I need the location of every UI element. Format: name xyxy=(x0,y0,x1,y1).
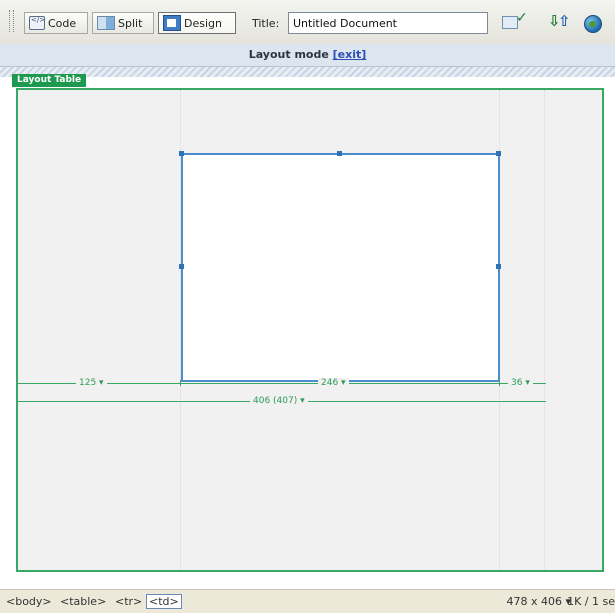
resize-handle[interactable] xyxy=(496,264,501,269)
download-size: 1K / 1 se xyxy=(567,595,615,608)
resize-handle[interactable] xyxy=(179,264,184,269)
layout-mode-text: Layout mode xyxy=(248,48,329,61)
code-view-button[interactable]: Code xyxy=(24,12,88,34)
validate-markup-icon[interactable]: ✓ xyxy=(502,10,532,34)
layout-cell[interactable] xyxy=(181,153,500,382)
table-width-menu[interactable]: 406 (407) ▾ xyxy=(250,396,308,407)
column-guide xyxy=(544,90,545,570)
tag-selector-tr[interactable]: <tr> xyxy=(115,595,142,608)
code-view-label: Code xyxy=(48,16,77,30)
column-width-menu[interactable]: 36 ▾ xyxy=(508,378,533,389)
column-width-menu[interactable]: 246 ▾ xyxy=(318,378,349,389)
column-tick xyxy=(499,380,500,386)
split-view-label: Split xyxy=(118,16,143,30)
window-size-menu[interactable]: 478 x 406 ▾ xyxy=(506,595,571,608)
toolbar-grip[interactable] xyxy=(9,10,14,32)
document-toolbar: Code Split Design Title: ✓ ⇩⇧ xyxy=(0,0,615,45)
title-label: Title: xyxy=(252,17,280,30)
column-width-menu[interactable]: 125 ▾ xyxy=(76,378,107,389)
design-view-label: Design xyxy=(184,16,222,30)
design-view-button[interactable]: Design xyxy=(158,12,236,34)
resize-handle[interactable] xyxy=(337,151,342,156)
document-title-input[interactable] xyxy=(288,12,488,34)
resize-handle[interactable] xyxy=(496,151,501,156)
layout-mode-bar: Layout mode [exit] xyxy=(0,44,615,67)
file-management-icon[interactable]: ⇩ ⇧ xyxy=(548,12,576,34)
split-view-icon xyxy=(97,16,115,30)
code-view-icon xyxy=(29,16,45,30)
layout-hatch-strip xyxy=(0,67,615,77)
layout-table[interactable]: 125 ▾ 246 ▾ 36 ▾ 406 (407) ▾ xyxy=(16,88,604,572)
preview-in-browser-icon[interactable] xyxy=(583,14,605,34)
tag-selector-body[interactable]: <body> xyxy=(6,595,52,608)
status-bar: <body> <table> <tr> <td> 478 x 406 ▾ 1K … xyxy=(0,589,615,613)
tag-selector-td[interactable]: <td> xyxy=(146,594,182,609)
exit-layout-mode-link[interactable]: [exit] xyxy=(333,48,367,61)
tag-selector-table[interactable]: <table> xyxy=(60,595,106,608)
design-view-icon xyxy=(163,15,181,31)
split-view-button[interactable]: Split xyxy=(92,12,154,34)
resize-handle[interactable] xyxy=(179,151,184,156)
layout-table-tab[interactable]: Layout Table xyxy=(12,74,87,87)
column-tick xyxy=(180,380,181,386)
